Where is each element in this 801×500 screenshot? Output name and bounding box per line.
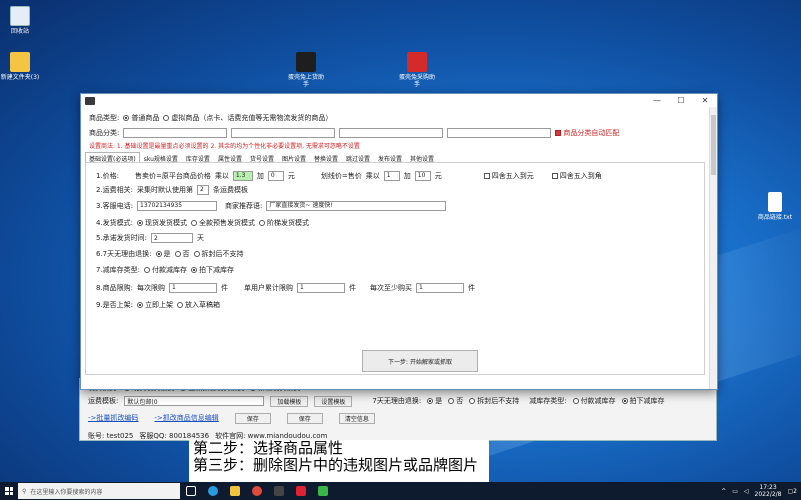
search-icon: ⚲ bbox=[22, 487, 27, 495]
settings-dialog: — ☐ ✕ 商品类型: 普通商品 虚拟商品（点卡、话费充值等无需物流发货的商品）… bbox=[80, 93, 718, 390]
ship-mode-tiered[interactable]: 阶梯发货模式 bbox=[259, 218, 309, 228]
freight-index-input[interactable]: 2 bbox=[197, 185, 210, 195]
ship-time-select[interactable]: 2 bbox=[151, 233, 194, 243]
freight-template-select[interactable]: 默认包邮(0 bbox=[124, 396, 265, 406]
edge-browser-icon[interactable] bbox=[202, 482, 224, 500]
file-explorer-icon[interactable] bbox=[224, 482, 246, 500]
edit-product-info-link[interactable]: ->抓改商品信息编辑 bbox=[154, 413, 218, 423]
category-select-3[interactable] bbox=[339, 128, 444, 138]
task-view-icon[interactable] bbox=[180, 482, 202, 500]
contact-row: 3.客服电话: 13702134935 商家推荐语: 厂家直接发货~ 速度快! bbox=[96, 201, 447, 211]
ship-mode-row: 4.发货模式: 现货发货模式 全款预售发货模式 阶梯发货模式 bbox=[96, 218, 310, 228]
ship-mode-presale[interactable]: 全款预售发货模式 bbox=[191, 218, 255, 228]
purchase-limit-row: 8.商品限购: 每次限购 1 件 单用户累计限购 1 件 每次至少购买 1 件 bbox=[96, 283, 476, 293]
product-category-row: 商品分类: 商品分类自动匹配 bbox=[89, 128, 620, 138]
desktop-icon-listing-helper[interactable]: 蛋壳兔上货助手 bbox=[286, 52, 326, 88]
price-row: 1.价格: 售卖价=原平台商品价格 乘以 1.3 加 0 元 划线价=售价 乘以… bbox=[96, 171, 602, 181]
product-type-virtual[interactable]: 虚拟商品（点卡、话费充值等无需物流发货的商品） bbox=[163, 113, 332, 123]
bg-return-yes[interactable]: 是 bbox=[427, 396, 442, 406]
chrome-icon[interactable] bbox=[246, 482, 268, 500]
dialog-titlebar: — ☐ ✕ bbox=[81, 94, 717, 107]
ship-time-row: 5.承诺发货时间: 2 天 bbox=[96, 233, 205, 243]
ship-mode-spot[interactable]: 现货发货模式 bbox=[137, 218, 187, 228]
desktop-icon-purchase-helper[interactable]: 蛋壳兔采购助手 bbox=[397, 52, 437, 88]
category-select-1[interactable] bbox=[123, 128, 228, 138]
price-multiplier-input[interactable]: 1.3 bbox=[232, 171, 253, 181]
save-button[interactable]: 保存 bbox=[234, 412, 271, 424]
subtitle-line-1: 第二步：选择商品属性 bbox=[193, 440, 344, 457]
settings-notice: 设置商法: 1. 基础设置是最量重点必须设置的 2. 其余的均为个性化非必要设置… bbox=[89, 143, 360, 150]
video-app-icon[interactable] bbox=[290, 482, 312, 500]
windows-logo-icon bbox=[5, 487, 13, 495]
dialog-content: 商品类型: 普通商品 虚拟商品（点卡、话费充值等无需物流发货的商品） 商品分类:… bbox=[81, 107, 709, 389]
maximize-icon[interactable]: ☐ bbox=[669, 96, 693, 105]
listing-app-taskbar-icon[interactable] bbox=[268, 482, 290, 500]
minimize-icon[interactable]: — bbox=[645, 96, 669, 105]
recommend-text-input[interactable]: 厂家直接发货~ 速度快! bbox=[266, 201, 447, 211]
volume-icon[interactable]: ◁ bbox=[744, 488, 749, 495]
network-icon[interactable]: ▭ bbox=[732, 488, 738, 495]
folder-icon bbox=[10, 52, 30, 72]
round-to-jiao-checkbox[interactable]: 四舍五入到角 bbox=[551, 171, 602, 181]
app-shortcut-icon bbox=[296, 52, 316, 72]
set-template-button[interactable]: 设置模板 bbox=[314, 395, 353, 407]
product-type-row: 商品类型: 普通商品 虚拟商品（点卡、话费充值等无需物流发货的商品） bbox=[89, 113, 333, 123]
bg-stock-order[interactable]: 拍下减库存 bbox=[621, 396, 665, 406]
bg-return-no[interactable]: 否 bbox=[448, 396, 463, 406]
load-template-button[interactable]: 加载模板 bbox=[270, 395, 309, 407]
desktop-icon-new-folder[interactable]: 新建文件夹(3) bbox=[0, 52, 40, 81]
recycle-bin-icon bbox=[10, 6, 30, 26]
app-shortcut-icon bbox=[407, 52, 427, 72]
auto-match-category-checkbox[interactable]: 商品分类自动匹配 bbox=[555, 128, 619, 138]
return-yes[interactable]: 是 bbox=[155, 249, 171, 259]
stock-type-order[interactable]: 拍下减库存 bbox=[191, 265, 234, 275]
app-logo-icon bbox=[85, 96, 95, 105]
return-row: 6.7天无理由退换: 是 否 拆封后不支持 bbox=[96, 249, 244, 259]
shipping-row: 2.运费相关: 采集时默认使用第 2 条运费模板 bbox=[96, 185, 249, 195]
strike-price-add-input[interactable]: 10 bbox=[414, 171, 431, 181]
text-file-icon bbox=[768, 192, 782, 212]
return-no[interactable]: 否 bbox=[174, 249, 190, 259]
wechat-icon[interactable] bbox=[312, 482, 334, 500]
bg-stock-pay[interactable]: 付款减库存 bbox=[572, 396, 616, 406]
start-button[interactable] bbox=[0, 482, 18, 500]
round-to-yuan-checkbox[interactable]: 四舍五入到元 bbox=[483, 171, 534, 181]
clear-info-button[interactable]: 清空信息 bbox=[338, 412, 375, 424]
strike-price-multiplier-input[interactable]: 1 bbox=[383, 171, 400, 181]
listing-row: 9.是否上架: 立即上架 放入草稿箱 bbox=[96, 300, 221, 310]
price-add-input[interactable]: 0 bbox=[267, 171, 284, 181]
category-select-2[interactable] bbox=[231, 128, 336, 138]
clock[interactable]: 17:23 2022/2/8 bbox=[755, 484, 782, 498]
taskbar: ⚲ 在这里输入你要搜索的内容 ^ ▭ ◁ 17:23 2022/2/8 ▢2 bbox=[0, 482, 801, 500]
video-subtitle-overlay: 第二步：选择商品属性 第三步：删除图片中的违规图片或品牌图片 bbox=[189, 440, 489, 482]
desktop-icon-links-txt[interactable]: 商品链接.txt bbox=[755, 192, 795, 221]
stock-type-pay[interactable]: 付款减库存 bbox=[144, 265, 187, 275]
min-purchase-input[interactable]: 1 bbox=[416, 283, 465, 293]
bg-actions-row: ->批量抓改编码 ->抓改商品信息编辑 保存 保存 清空信息 bbox=[88, 412, 375, 424]
save-button-2[interactable]: 保存 bbox=[286, 412, 323, 424]
stock-type-row: 7.减库存类型: 付款减库存 拍下减库存 bbox=[96, 265, 235, 275]
per-order-limit-input[interactable]: 1 bbox=[169, 283, 218, 293]
close-icon[interactable]: ✕ bbox=[693, 96, 717, 105]
listing-immediate[interactable]: 立即上架 bbox=[137, 300, 173, 310]
product-type-normal[interactable]: 普通商品 bbox=[123, 113, 159, 123]
return-unsealed[interactable]: 拆封后不支持 bbox=[193, 249, 244, 259]
batch-edit-link[interactable]: ->批量抓改编码 bbox=[88, 413, 138, 423]
desktop-icon-recycle-bin[interactable]: 回收站 bbox=[0, 6, 40, 35]
scrollbar-thumb[interactable] bbox=[711, 115, 716, 175]
bg-return-unsealed[interactable]: 拆封后不支持 bbox=[469, 396, 519, 406]
subtitle-line-2: 第三步：删除图片中的违规图片或品牌图片 bbox=[193, 456, 479, 474]
taskbar-search[interactable]: ⚲ 在这里输入你要搜索的内容 bbox=[18, 483, 180, 499]
system-tray: ^ ▭ ◁ 17:23 2022/2/8 ▢2 bbox=[721, 484, 801, 498]
service-phone-input[interactable]: 13702134935 bbox=[137, 201, 218, 211]
basic-settings-panel: 1.价格: 售卖价=原平台商品价格 乘以 1.3 加 0 元 划线价=售价 乘以… bbox=[85, 162, 705, 375]
listing-draft[interactable]: 放入草稿箱 bbox=[177, 300, 220, 310]
category-select-4[interactable] bbox=[447, 128, 552, 138]
per-user-limit-input[interactable]: 1 bbox=[297, 283, 346, 293]
notification-icon[interactable]: ▢2 bbox=[788, 488, 798, 495]
chevron-up-icon[interactable]: ^ bbox=[721, 488, 726, 495]
bg-freight-row: 运费模板: 默认包邮(0 加载模板 设置模板 7天无理由退换: 是 否 拆封后不… bbox=[88, 395, 665, 407]
next-step-button[interactable]: 下一步: 开始解家或抓取 bbox=[362, 350, 478, 372]
dialog-scrollbar[interactable] bbox=[709, 107, 717, 389]
